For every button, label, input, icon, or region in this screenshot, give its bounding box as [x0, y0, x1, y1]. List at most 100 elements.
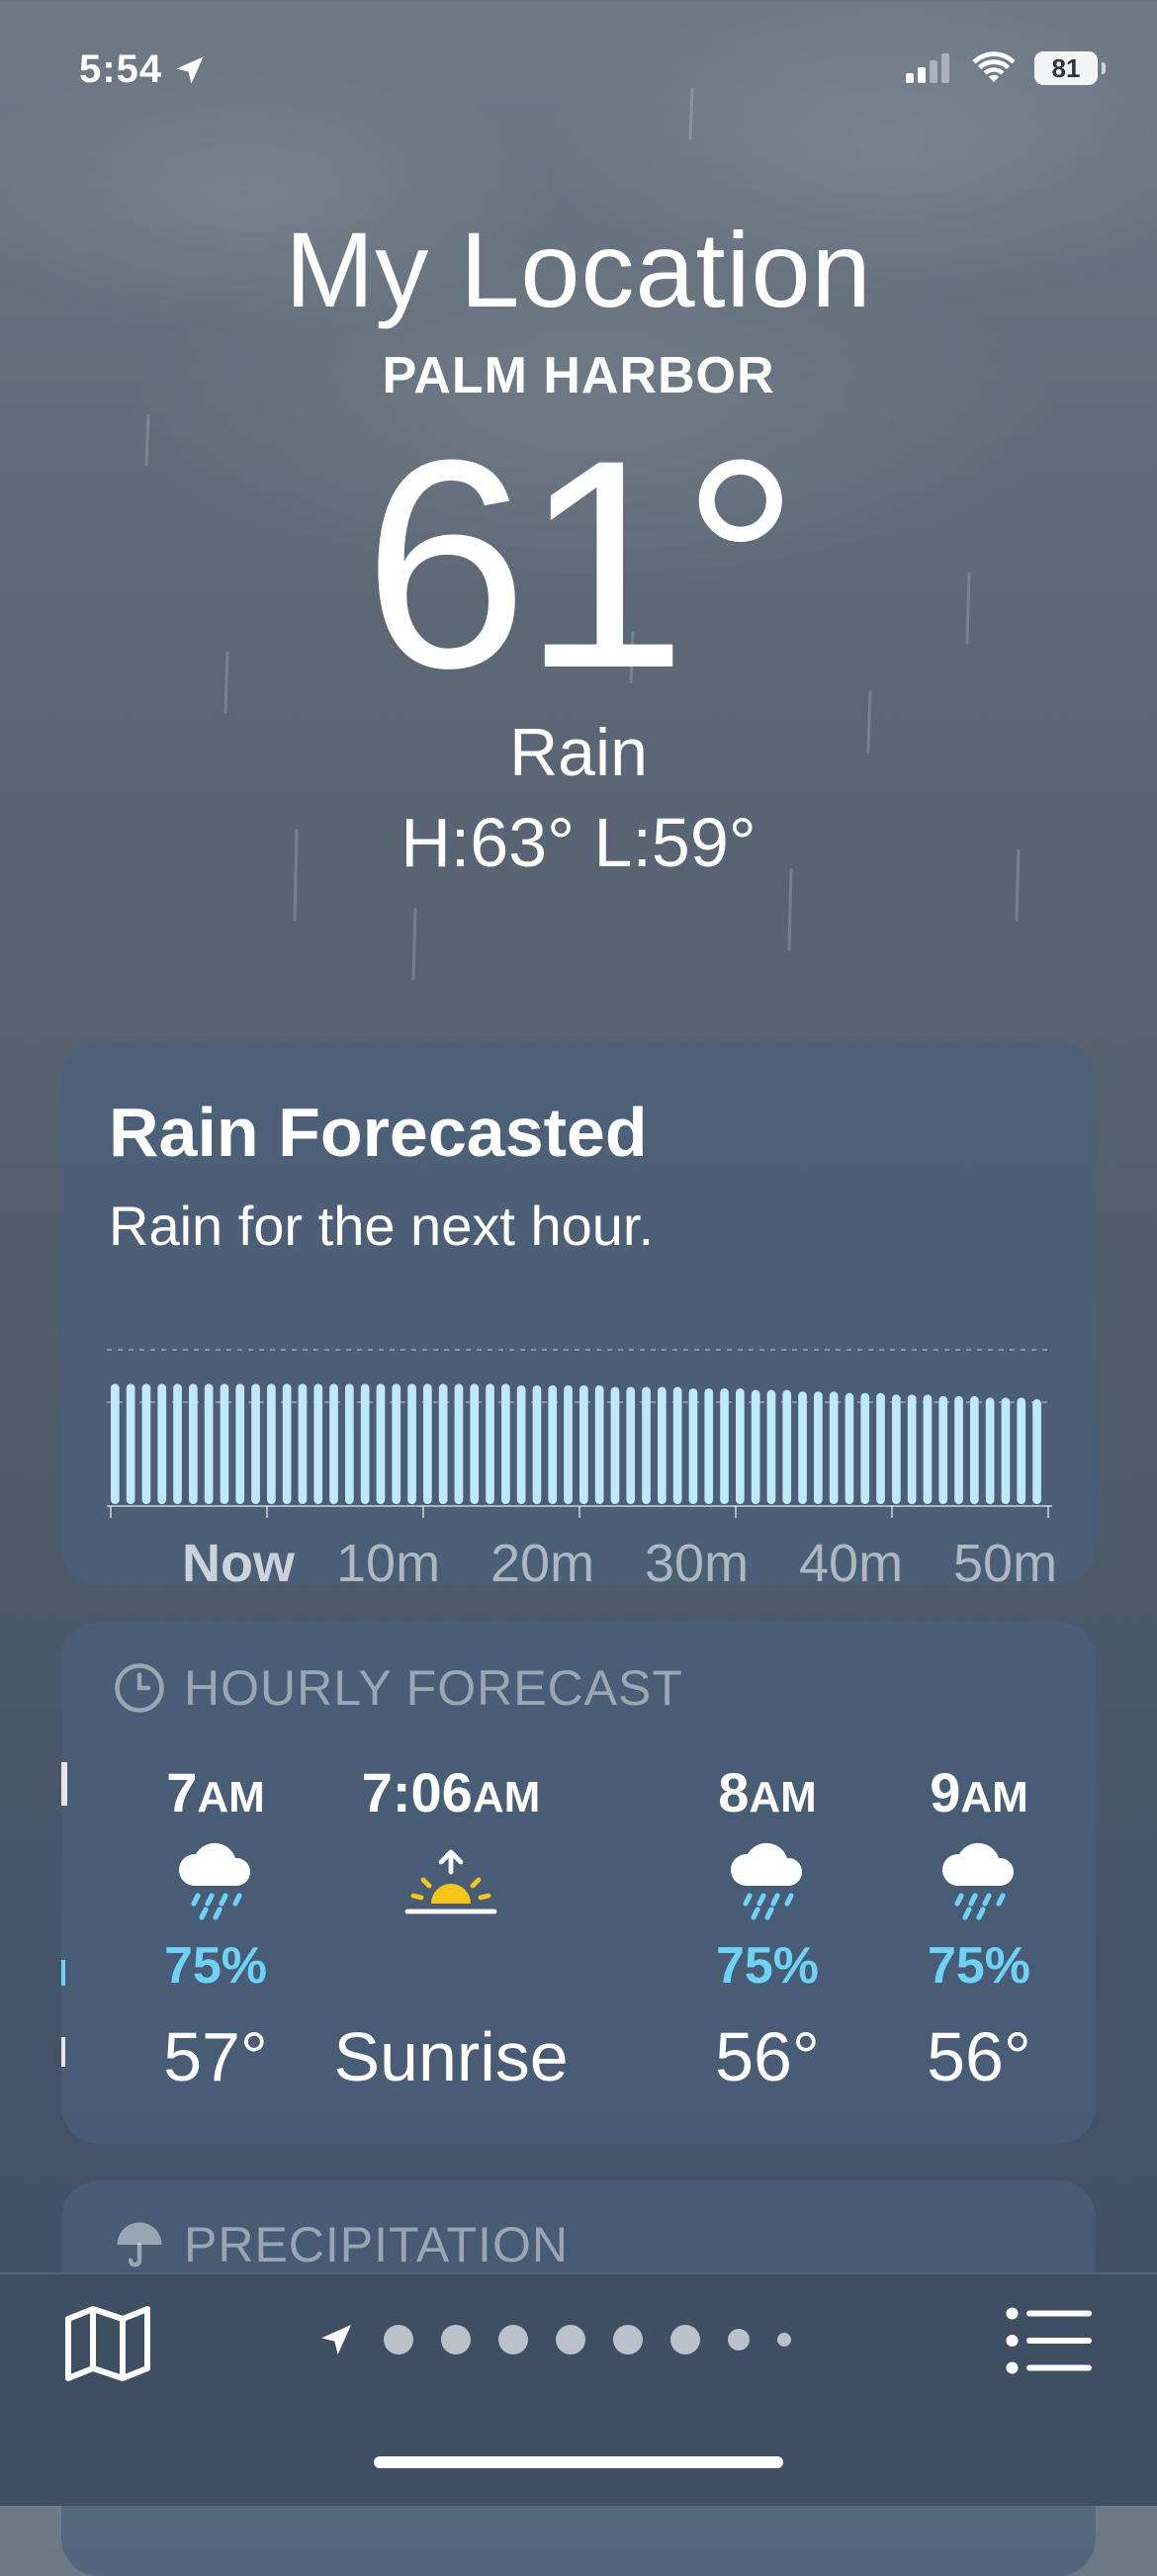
precip-bar — [845, 1392, 854, 1504]
precip-bar — [126, 1383, 135, 1504]
precip-bar — [766, 1389, 776, 1504]
hour-time: 9AM — [930, 1761, 1028, 1823]
page-dot[interactable] — [613, 2325, 643, 2354]
precip-bar — [501, 1383, 510, 1504]
precipitation-chart-svg — [107, 1349, 1052, 1518]
precipitation-header: PRECIPITATION — [113, 2216, 569, 2273]
precip-bar — [329, 1383, 338, 1504]
precip-bar — [923, 1394, 933, 1504]
precip-bar — [642, 1386, 651, 1504]
page-dot[interactable] — [384, 2325, 413, 2354]
x-label-50m: 50m — [953, 1534, 1058, 1593]
precip-bar — [658, 1386, 667, 1504]
wifi-icon — [972, 51, 1016, 83]
precip-bar — [313, 1383, 323, 1504]
current-condition: Rain — [509, 715, 648, 790]
page-dot[interactable] — [777, 2333, 791, 2347]
precip-bar — [892, 1394, 901, 1504]
precip-bar — [1032, 1398, 1041, 1504]
status-bar: 5:54 81 — [0, 0, 1157, 148]
precip-bar — [829, 1391, 839, 1504]
precip-bar — [954, 1395, 963, 1504]
precip-bar — [688, 1388, 698, 1504]
location-arrow-icon — [176, 56, 204, 83]
precip-chance: 75% — [715, 1937, 820, 1995]
precip-bar — [798, 1391, 807, 1504]
precip-chance: 75% — [163, 1937, 268, 1995]
hour-time: 7:06AM — [361, 1761, 541, 1823]
rain-card-description: Rain for the next hour. — [109, 1195, 655, 1257]
precip-bar — [298, 1383, 308, 1504]
x-label-20m: 20m — [490, 1534, 595, 1593]
precip-bar — [189, 1383, 198, 1504]
precipitation-header-text: PRECIPITATION — [184, 2217, 569, 2272]
precip-bar — [564, 1384, 573, 1504]
list-icon[interactable] — [1005, 2306, 1094, 2375]
precipitation-chart: Now 10m 20m 30m 40m 50m — [107, 1290, 1057, 1593]
page-dot[interactable] — [728, 2329, 750, 2351]
precip-bar — [548, 1384, 558, 1504]
precip-bar — [751, 1389, 760, 1504]
x-label-10m: 10m — [336, 1534, 441, 1593]
clock-icon — [115, 1663, 164, 1713]
precip-bar — [672, 1386, 682, 1504]
page-dot[interactable] — [556, 2325, 585, 2354]
precip-bar — [876, 1392, 885, 1504]
bottom-toolbar — [0, 2272, 1157, 2506]
precip-bar — [704, 1388, 714, 1504]
precip-bar — [594, 1384, 604, 1504]
clock-text: 5:54 — [79, 47, 163, 91]
precip-bar — [970, 1395, 979, 1504]
precip-bar — [516, 1384, 526, 1504]
precip-bar — [720, 1388, 729, 1504]
precip-bar — [736, 1388, 745, 1504]
precip-bar — [376, 1383, 386, 1504]
precip-bar — [860, 1392, 870, 1504]
precip-bar — [235, 1383, 245, 1504]
map-icon[interactable] — [63, 2304, 152, 2383]
precip-chance: 75% — [927, 1937, 1031, 1995]
x-label-40m: 40m — [799, 1534, 904, 1593]
hourly-header: HOURLY FORECAST — [113, 1659, 683, 1717]
precip-bar — [814, 1391, 823, 1504]
precip-bar — [1001, 1397, 1011, 1504]
precip-bar — [141, 1383, 151, 1504]
precip-bar — [220, 1383, 229, 1504]
home-indicator[interactable] — [374, 2456, 783, 2468]
precip-bar — [579, 1384, 588, 1504]
location-title: My Location — [285, 210, 872, 329]
precip-bar — [360, 1383, 370, 1504]
precip-bar — [782, 1389, 792, 1504]
cloud-rain-icon — [168, 1834, 263, 1934]
precip-bar — [1017, 1397, 1026, 1504]
precip-bar — [985, 1397, 995, 1504]
location-subtitle: PALM HARBOR — [382, 347, 775, 404]
precip-bar — [486, 1383, 494, 1504]
sunrise-icon — [401, 1844, 500, 1928]
precip-bar — [454, 1383, 464, 1504]
page-dot[interactable] — [670, 2325, 700, 2354]
x-label-now: Now — [182, 1534, 295, 1593]
cloud-rain-icon — [932, 1834, 1026, 1934]
hourly-header-text: HOURLY FORECAST — [184, 1660, 683, 1716]
page-dot[interactable] — [441, 2325, 471, 2354]
high-low-temps: H:63° L:59° — [400, 804, 756, 881]
precip-bar — [626, 1386, 636, 1504]
page-indicator[interactable] — [316, 2316, 791, 2363]
precip-bar — [907, 1394, 917, 1504]
precip-bar — [470, 1383, 480, 1504]
precip-bar — [392, 1383, 401, 1504]
cloud-rain-icon — [720, 1834, 815, 1934]
precip-bar — [610, 1386, 620, 1504]
sunrise-label: Sunrise — [333, 2018, 569, 2095]
hourly-forecast-card[interactable]: HOURLY FORECAST 7AM 75% 57° 7:06AM Sunri… — [61, 1622, 1096, 2144]
umbrella-icon — [117, 2222, 162, 2267]
rain-forecast-card[interactable]: Rain Forecasted Rain for the next hour. … — [61, 1043, 1096, 1593]
hour-time: 8AM — [718, 1761, 817, 1823]
status-time: 5:54 — [79, 47, 208, 92]
precip-bar — [173, 1383, 182, 1504]
location-arrow-icon[interactable] — [316, 2320, 356, 2359]
page-dot[interactable] — [498, 2325, 528, 2354]
hour-column-partial — [61, 1762, 67, 1806]
precip-bar — [938, 1395, 948, 1504]
